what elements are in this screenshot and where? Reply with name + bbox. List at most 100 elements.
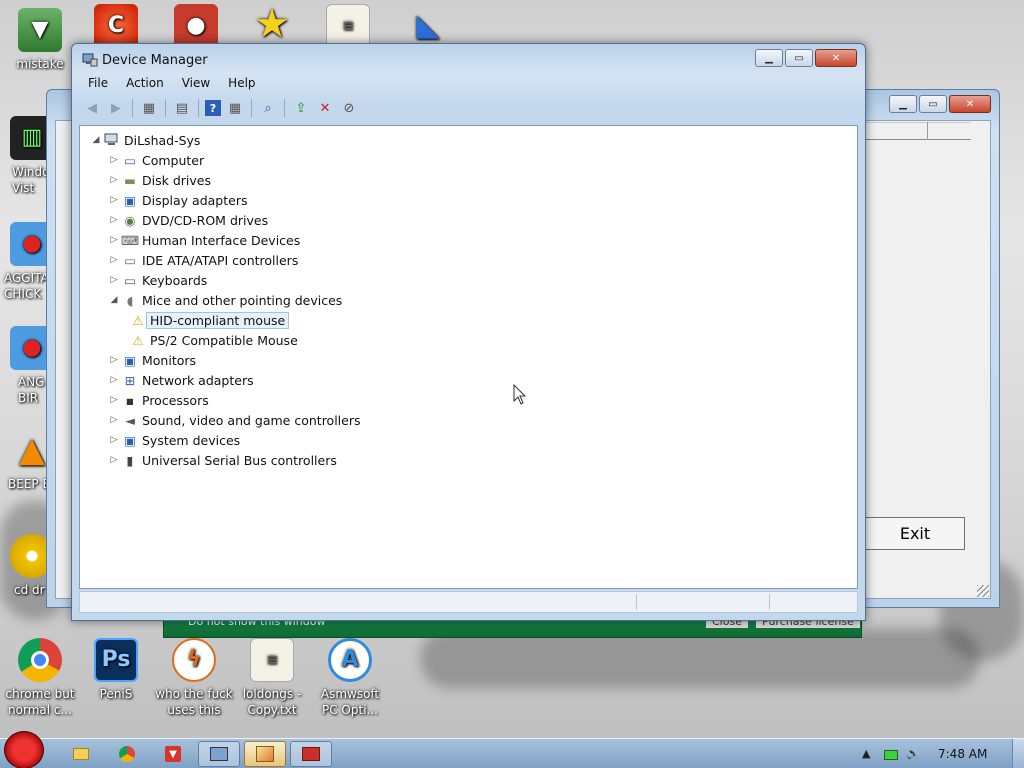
- tree-device-hid-compliant-mouse[interactable]: ⚠ HID-compliant mouse: [90, 310, 361, 330]
- expand-arrow-icon[interactable]: ▷: [108, 215, 120, 225]
- disable-icon[interactable]: ⊘: [339, 98, 359, 118]
- back-arrow-icon[interactable]: ◀: [82, 98, 102, 118]
- tree-category-label: Monitors: [142, 352, 197, 368]
- desktop-icon-label: chrome but normal c...: [5, 687, 75, 717]
- clock[interactable]: 7:48 AM: [938, 747, 987, 761]
- expand-arrow-icon[interactable]: ▷: [108, 235, 120, 245]
- collapse-arrow-icon[interactable]: ◢: [90, 135, 102, 145]
- close-button[interactable]: ✕: [949, 95, 991, 113]
- device-tree-pane: ◢ DiLshad-Sys ▷ ▭ Computer ▷ ▬ Disk drives ▷ ▣ D…: [79, 125, 858, 589]
- expand-arrow-icon[interactable]: ▷: [108, 155, 120, 165]
- forward-arrow-icon[interactable]: ▶: [106, 98, 126, 118]
- expand-arrow-icon[interactable]: ▷: [108, 175, 120, 185]
- desktop-icon-asmwsoft[interactable]: A Asmwsoft PC Opti...: [310, 638, 390, 718]
- minimize-button[interactable]: ▁: [755, 49, 783, 67]
- close-button[interactable]: ✕: [815, 49, 857, 67]
- desktop-icon-chrome[interactable]: chrome but normal c...: [0, 638, 80, 718]
- desktop-icon-flash[interactable]: ϟ who the fuck uses this: [154, 638, 234, 718]
- exit-button[interactable]: Exit: [865, 517, 965, 550]
- tree-category-keyboards[interactable]: ▷ ▭ Keyboards: [90, 270, 361, 290]
- resize-grip-icon[interactable]: [977, 585, 989, 597]
- expand-arrow-icon[interactable]: ▷: [108, 375, 120, 385]
- scan-hardware-icon[interactable]: ⌕: [258, 98, 278, 118]
- device-manager-icon: [210, 747, 228, 761]
- tree-category-label: Human Interface Devices: [142, 232, 301, 248]
- toolbar-separator: [132, 99, 133, 117]
- taskbar-paint[interactable]: [244, 741, 286, 767]
- tree-device-ps-2-compatible-mouse[interactable]: ⚠ PS/2 Compatible Mouse: [90, 330, 361, 350]
- tree-root[interactable]: ◢ DiLshad-Sys: [90, 130, 361, 150]
- minimize-button[interactable]: ▁: [889, 95, 917, 113]
- volume-icon[interactable]: 🔊: [906, 747, 920, 760]
- taskbar-download[interactable]: ▼: [152, 741, 194, 767]
- taskbar-device-manager[interactable]: [198, 741, 240, 767]
- desktop-icon-mistake[interactable]: ▼ mistake: [0, 8, 80, 72]
- menu-file[interactable]: File: [79, 74, 117, 94]
- tray-expand-icon[interactable]: ▲: [862, 747, 870, 760]
- tree-category-ide-ata-atapi-controllers[interactable]: ▷ ▭ IDE ATA/ATAPI controllers: [90, 250, 361, 270]
- tree-category-human-interface-devices[interactable]: ▷ ⌨ Human Interface Devices: [90, 230, 361, 250]
- toolbar-separator: [198, 99, 199, 117]
- view-icon[interactable]: ▦: [225, 98, 245, 118]
- expand-arrow-icon[interactable]: ▷: [108, 275, 120, 285]
- show-hide-console-tree-icon[interactable]: ▦: [139, 98, 159, 118]
- tree-category-display-adapters[interactable]: ▷ ▣ Display adapters: [90, 190, 361, 210]
- device-manager-window[interactable]: Device Manager ▁ ▭ ✕ File Action View He…: [71, 43, 866, 621]
- tree-category-label: Computer: [142, 152, 205, 168]
- text-file-icon: ≡: [326, 4, 370, 48]
- menu-help[interactable]: Help: [219, 74, 264, 94]
- desktop-icon-label: mistake: [16, 57, 64, 71]
- expand-arrow-icon[interactable]: ▷: [108, 255, 120, 265]
- help-icon[interactable]: ?: [205, 100, 221, 116]
- expand-arrow-icon[interactable]: ▷: [108, 415, 120, 425]
- desktop-icon-photoshop[interactable]: Ps PeniS: [76, 638, 156, 702]
- battery-icon[interactable]: [884, 750, 898, 760]
- chrome-icon: [18, 638, 62, 682]
- tree-category-monitors[interactable]: ▷ ▣ Monitors: [90, 350, 361, 370]
- taskbar-toolbox[interactable]: [290, 741, 332, 767]
- tree-category-label: Universal Serial Bus controllers: [142, 452, 337, 468]
- menu-view[interactable]: View: [173, 74, 219, 94]
- desktop-icon-label: loldongs - Copy.txt: [242, 687, 302, 717]
- expand-arrow-icon[interactable]: ▷: [108, 395, 120, 405]
- expand-arrow-icon[interactable]: ▷: [108, 455, 120, 465]
- tree-category-computer[interactable]: ▷ ▭ Computer: [90, 150, 361, 170]
- tree-category-label: DVD/CD-ROM drives: [142, 212, 269, 228]
- taskbar-chrome[interactable]: [106, 741, 148, 767]
- speaker-icon: ◄: [125, 412, 135, 428]
- show-desktop-button[interactable]: [1012, 739, 1024, 768]
- toolbar-separator: [165, 99, 166, 117]
- tree-category-label: Disk drives: [142, 172, 211, 188]
- desktop-icon-loldongs[interactable]: ≡ loldongs - Copy.txt: [232, 638, 312, 718]
- collapse-arrow-icon[interactable]: ◢: [108, 295, 120, 305]
- taskbar-explorer[interactable]: [60, 741, 102, 767]
- mouse-icon: ◖: [126, 292, 134, 308]
- tree-category-universal-serial-bus-controllers[interactable]: ▷ ▮ Universal Serial Bus controllers: [90, 450, 361, 470]
- chrome-icon: [119, 746, 135, 762]
- status-divider: [636, 594, 637, 610]
- maximize-button[interactable]: ▭: [785, 49, 813, 67]
- window-title: Device Manager: [102, 53, 208, 68]
- expand-arrow-icon[interactable]: ▷: [108, 195, 120, 205]
- menu-action[interactable]: Action: [117, 74, 173, 94]
- tree-category-mice-and-other-pointing-devices[interactable]: ◢ ◖ Mice and other pointing devices: [90, 290, 361, 310]
- start-orb-icon[interactable]: [4, 731, 44, 768]
- update-driver-icon[interactable]: ⇪: [291, 98, 311, 118]
- properties-icon[interactable]: ▤: [172, 98, 192, 118]
- tree-category-sound-video-and-game-controllers[interactable]: ▷ ◄ Sound, video and game controllers: [90, 410, 361, 430]
- tree-category-system-devices[interactable]: ▷ ▣ System devices: [90, 430, 361, 450]
- tree-category-processors[interactable]: ▷ ▪ Processors: [90, 390, 361, 410]
- tree-category-label: IDE ATA/ATAPI controllers: [142, 252, 299, 268]
- tree-category-network-adapters[interactable]: ▷ ⊞ Network adapters: [90, 370, 361, 390]
- tree-category-disk-drives[interactable]: ▷ ▬ Disk drives: [90, 170, 361, 190]
- tree-category-label: Processors: [142, 392, 209, 408]
- expand-arrow-icon[interactable]: ▷: [108, 355, 120, 365]
- angry-bird-icon: ●: [174, 4, 218, 48]
- list-header: [863, 122, 971, 140]
- maximize-button[interactable]: ▭: [919, 95, 947, 113]
- uninstall-icon[interactable]: ✕: [315, 98, 335, 118]
- device-tree: ◢ DiLshad-Sys ▷ ▭ Computer ▷ ▬ Disk drives ▷ ▣ D…: [90, 130, 361, 470]
- computer-icon: ▭: [124, 152, 136, 168]
- tree-category-dvd-cd-rom-drives[interactable]: ▷ ◉ DVD/CD-ROM drives: [90, 210, 361, 230]
- expand-arrow-icon[interactable]: ▷: [108, 435, 120, 445]
